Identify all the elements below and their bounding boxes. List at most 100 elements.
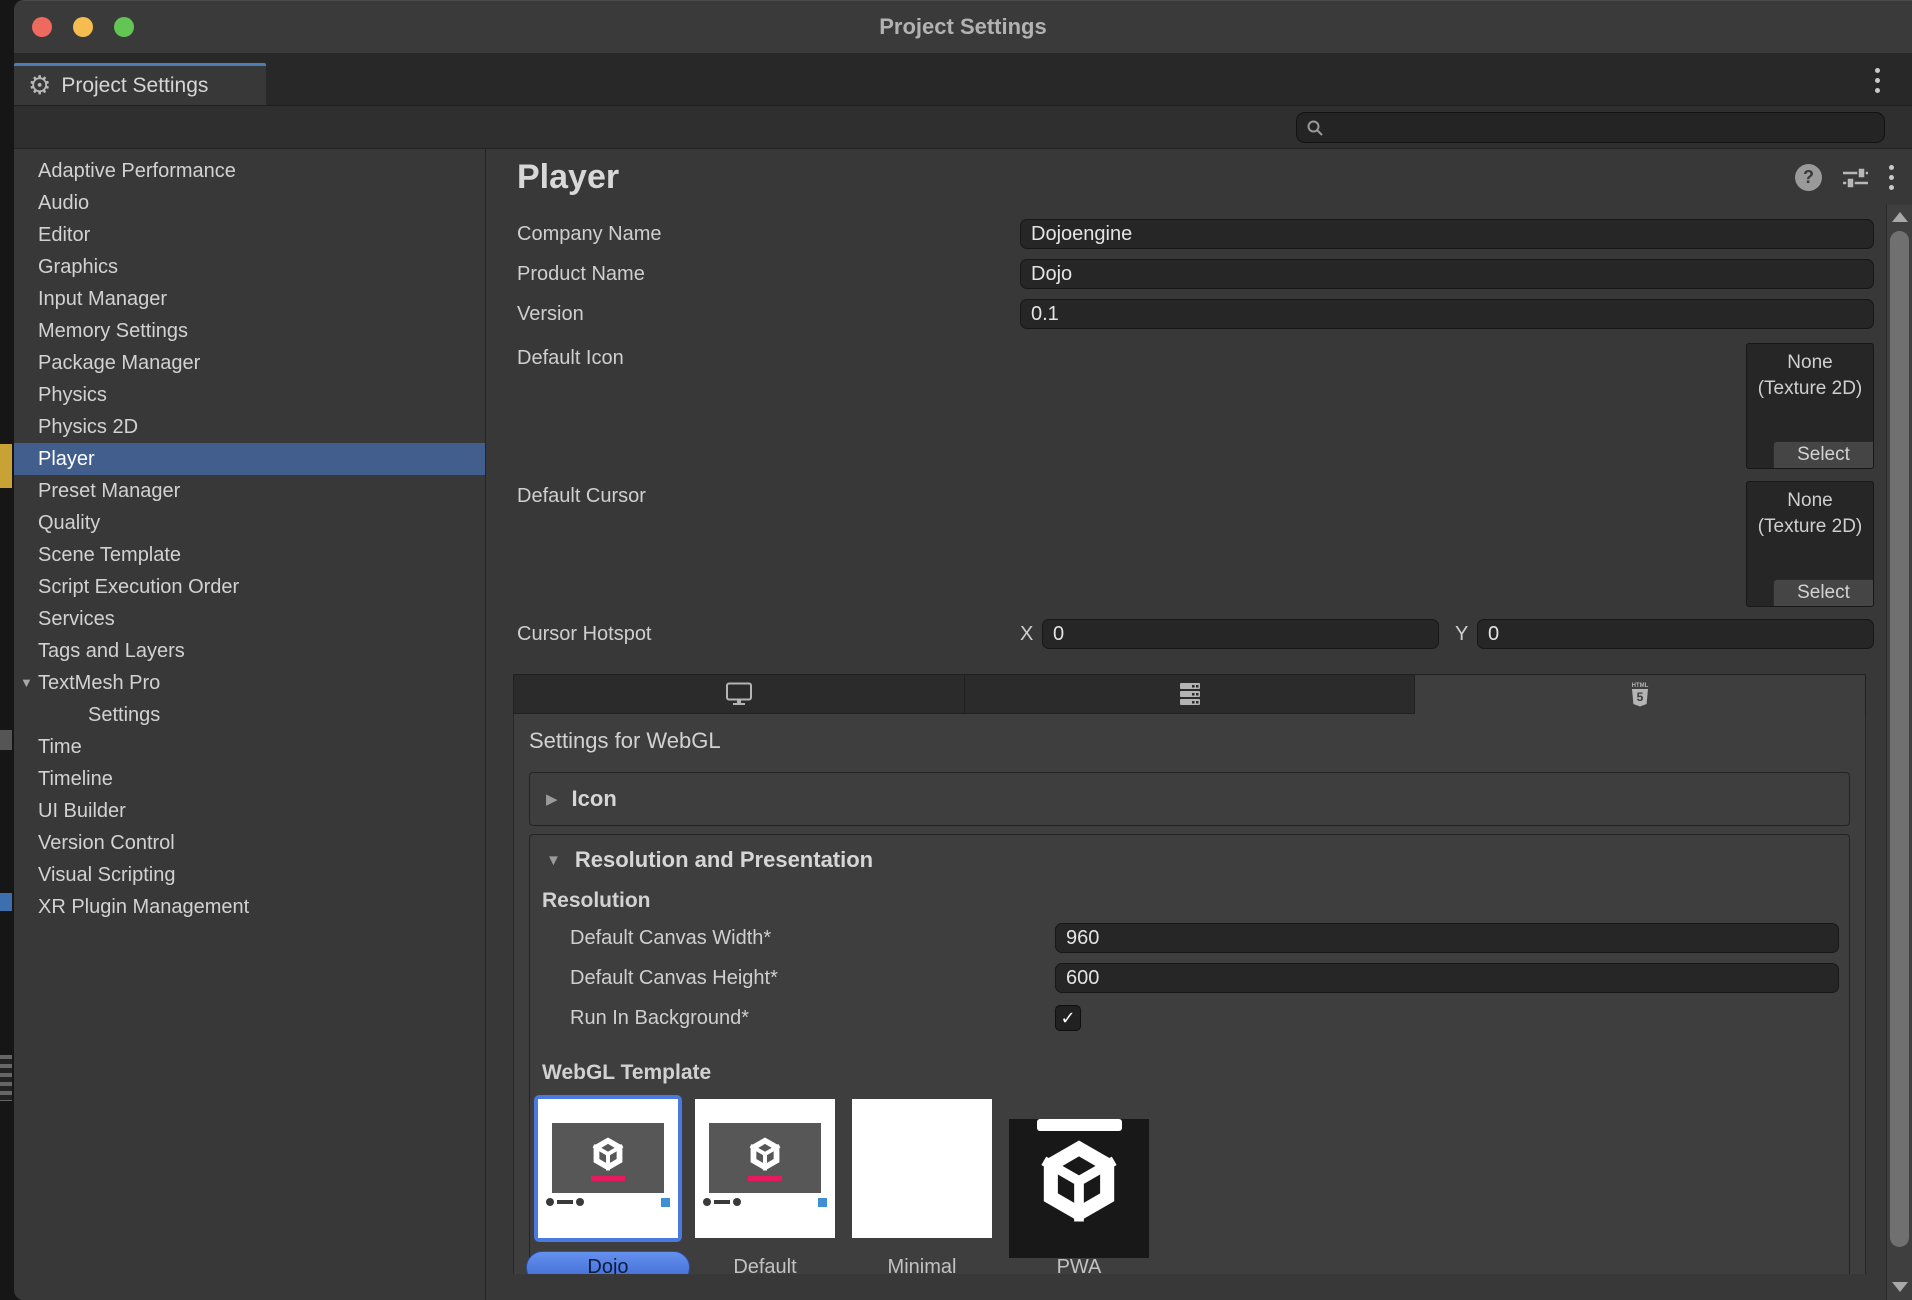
background-window-fragment: [0, 1055, 12, 1101]
canvas-height-label: Default Canvas Height*: [570, 967, 1055, 990]
run-in-background-checkbox[interactable]: ✓: [1055, 1005, 1081, 1031]
default-icon-row: Default Icon None (Texture 2D) Select: [517, 343, 1874, 469]
sidebar-item-memory-settings[interactable]: Memory Settings: [14, 315, 485, 347]
cursor-hotspot-row: Cursor Hotspot X Y: [517, 619, 1874, 649]
search-field[interactable]: [1296, 112, 1885, 143]
sidebar-item-time[interactable]: Time: [14, 731, 485, 763]
resolution-presentation-foldout[interactable]: ▼ Resolution and Presentation: [530, 835, 1839, 873]
sidebar-item-ui-builder[interactable]: UI Builder: [14, 795, 485, 827]
foldout-open-icon[interactable]: ▼: [20, 667, 33, 699]
company-name-row: Company Name: [517, 219, 1874, 249]
sidebar-item-timeline[interactable]: Timeline: [14, 763, 485, 795]
scrollbar-thumb[interactable]: [1890, 231, 1909, 1247]
close-window-button[interactable]: [32, 17, 52, 37]
zoom-window-button[interactable]: [114, 17, 134, 37]
company-name-input[interactable]: [1020, 219, 1874, 249]
template-card-minimal[interactable]: [852, 1099, 992, 1238]
sidebar-item-physics-2d[interactable]: Physics 2D: [14, 411, 485, 443]
sidebar-item-package-manager[interactable]: Package Manager: [14, 347, 485, 379]
product-name-input[interactable]: [1020, 259, 1874, 289]
webgl-template-heading: WebGL Template: [542, 1061, 1839, 1085]
template-label-minimal: Minimal: [888, 1256, 957, 1274]
default-cursor-row: Default Cursor None (Texture 2D) Select: [517, 481, 1874, 607]
default-cursor-select-button[interactable]: Select: [1773, 579, 1873, 606]
sidebar-item-physics[interactable]: Physics: [14, 379, 485, 411]
background-window-fragment: [0, 893, 12, 911]
scroll-up-icon[interactable]: [1892, 212, 1908, 222]
icon-section-foldout[interactable]: ▶ Icon: [529, 772, 1850, 826]
background-window-fragment: [0, 444, 12, 488]
resolution-heading: Resolution: [542, 889, 1839, 913]
sidebar-item-graphics[interactable]: Graphics: [14, 251, 485, 283]
minimize-window-button[interactable]: [73, 17, 93, 37]
sidebar-item-tags-and-layers[interactable]: Tags and Layers: [14, 635, 485, 667]
platform-tab-desktop[interactable]: [514, 675, 965, 714]
checkmark-icon: ✓: [1060, 1008, 1075, 1029]
inspector-kebab-icon[interactable]: [1889, 165, 1894, 190]
hotspot-x-input[interactable]: [1042, 619, 1439, 649]
sidebar-item-version-control[interactable]: Version Control: [14, 827, 485, 859]
product-name-label: Product Name: [517, 263, 1020, 286]
template-label-dojo[interactable]: Dojo: [526, 1251, 690, 1274]
template-card-pwa[interactable]: [1009, 1099, 1149, 1238]
tab-options-kebab-icon[interactable]: [1875, 68, 1880, 93]
default-icon-label: Default Icon: [517, 343, 1020, 469]
resolution-presentation-section: ▼ Resolution and Presentation Resolution…: [529, 834, 1850, 1274]
version-row: Version: [517, 299, 1874, 329]
html5-icon: HTML 5: [1629, 681, 1651, 709]
desktop-monitor-icon: [725, 682, 753, 706]
version-input[interactable]: [1020, 299, 1874, 329]
sidebar-item-scene-template[interactable]: Scene Template: [14, 539, 485, 571]
sidebar-item-script-execution-order[interactable]: Script Execution Order: [14, 571, 485, 603]
sidebar-item-adaptive-performance[interactable]: Adaptive Performance: [14, 155, 485, 187]
run-in-background-label: Run In Background*: [570, 1007, 1055, 1030]
player-settings-form: Company Name Product Name Version Defaul…: [486, 205, 1886, 1300]
canvas-width-input[interactable]: [1055, 923, 1839, 953]
product-name-row: Product Name: [517, 259, 1874, 289]
template-label-default: Default: [733, 1256, 796, 1274]
company-name-label: Company Name: [517, 223, 1020, 246]
project-settings-window: Project Settings ⚙ Project Settings Adap…: [14, 0, 1912, 1300]
default-icon-select-button[interactable]: Select: [1773, 441, 1873, 468]
default-cursor-label: Default Cursor: [517, 481, 1020, 607]
settings-for-webgl-heading: Settings for WebGL: [529, 728, 1850, 754]
svg-text:5: 5: [1637, 690, 1644, 704]
sidebar-item-textmesh-pro[interactable]: ▼TextMesh Pro: [14, 667, 485, 699]
background-window-fragment: [0, 730, 12, 750]
sidebar-item-textmesh-pro-settings[interactable]: Settings: [14, 699, 485, 731]
presets-icon[interactable]: [1842, 166, 1869, 189]
template-card-dojo[interactable]: [538, 1099, 678, 1238]
canvas-height-row: Default Canvas Height*: [530, 963, 1839, 993]
page-title: Player: [517, 158, 1795, 197]
sidebar-item-xr-plugin-management[interactable]: XR Plugin Management: [14, 891, 485, 923]
run-in-background-row: Run In Background* ✓: [530, 1003, 1839, 1033]
unity-logo-icon: [590, 1136, 626, 1172]
sidebar-item-visual-scripting[interactable]: Visual Scripting: [14, 859, 485, 891]
sidebar-item-input-manager[interactable]: Input Manager: [14, 283, 485, 315]
canvas-height-input[interactable]: [1055, 963, 1839, 993]
hotspot-y-input[interactable]: [1477, 619, 1874, 649]
search-input[interactable]: [1330, 117, 1875, 139]
sidebar-item-editor[interactable]: Editor: [14, 219, 485, 251]
help-icon[interactable]: ?: [1795, 164, 1822, 191]
hotspot-y-label: Y: [1455, 623, 1477, 646]
settings-category-sidebar: Adaptive Performance Audio Editor Graphi…: [14, 149, 485, 1300]
cursor-hotspot-label: Cursor Hotspot: [517, 623, 1020, 646]
scroll-down-icon[interactable]: [1892, 1282, 1908, 1292]
template-card-default[interactable]: [695, 1099, 835, 1238]
sidebar-item-preset-manager[interactable]: Preset Manager: [14, 475, 485, 507]
default-cursor-texture-slot[interactable]: None (Texture 2D) Select: [1746, 481, 1874, 607]
hotspot-x-label: X: [1020, 623, 1042, 646]
tab-project-settings[interactable]: ⚙ Project Settings: [14, 63, 266, 105]
sidebar-item-audio[interactable]: Audio: [14, 187, 485, 219]
sidebar-item-player[interactable]: Player: [14, 443, 485, 475]
platform-tab-dedicated-server[interactable]: [965, 675, 1416, 714]
default-icon-texture-slot[interactable]: None (Texture 2D) Select: [1746, 343, 1874, 469]
sidebar-item-quality[interactable]: Quality: [14, 507, 485, 539]
sidebar-item-services[interactable]: Services: [14, 603, 485, 635]
server-stack-icon: [1178, 682, 1202, 706]
search-icon: [1306, 119, 1324, 137]
vertical-scrollbar[interactable]: [1886, 205, 1912, 1300]
platform-tab-webgl[interactable]: HTML 5: [1415, 675, 1865, 714]
version-label: Version: [517, 303, 1020, 326]
